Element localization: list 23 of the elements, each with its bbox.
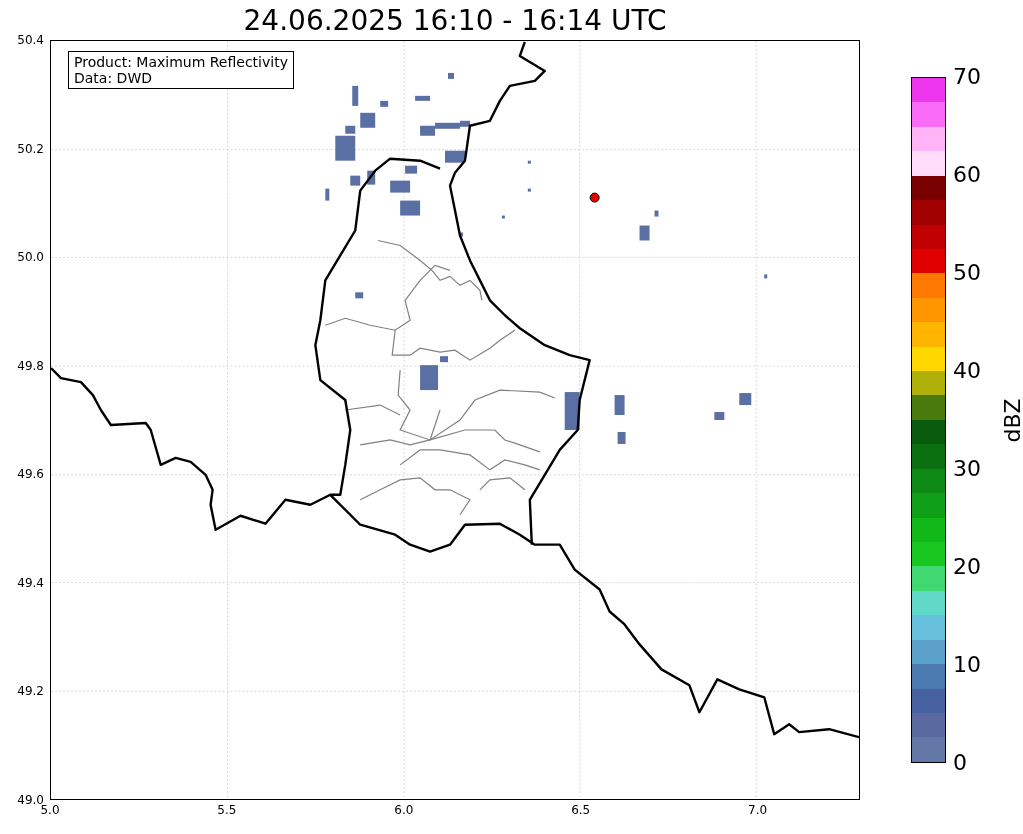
colorbar-tick-label: 20 (953, 555, 981, 579)
y-tick-label: 50.2 (17, 141, 44, 156)
y-tick-label: 49.2 (17, 684, 44, 699)
colorbar-tick-label: 0 (953, 751, 967, 775)
x-tick-label: 6.0 (394, 803, 414, 817)
y-tick-label: 49.8 (17, 358, 44, 373)
colorbar-tick-label: 10 (953, 653, 981, 677)
colorbar-label: dBZ (999, 397, 1023, 443)
colorbar-tick-label: 50 (953, 261, 981, 285)
y-tick-label: 49.6 (17, 467, 44, 482)
x-tick-label: 7.0 (748, 803, 768, 817)
colorbar-tick-label: 60 (953, 163, 981, 187)
colorbar-tick-label: 70 (953, 65, 981, 89)
figure-title: 24.06.2025 16:10 - 16:14 UTC (242, 4, 667, 38)
y-tick-label: 50.0 (17, 250, 44, 265)
colorbar-tick-label: 30 (953, 457, 981, 481)
y-tick-label: 49.4 (17, 575, 44, 590)
info-box: Product: Maximum Reflectivity Data: DWD (68, 51, 294, 89)
y-tick-label: 50.4 (17, 33, 44, 47)
colorbar-tick-label: 40 (953, 359, 981, 383)
x-tick-label: 5.5 (217, 803, 237, 817)
location-marker (589, 192, 600, 203)
x-tick-label: 6.5 (571, 803, 591, 817)
